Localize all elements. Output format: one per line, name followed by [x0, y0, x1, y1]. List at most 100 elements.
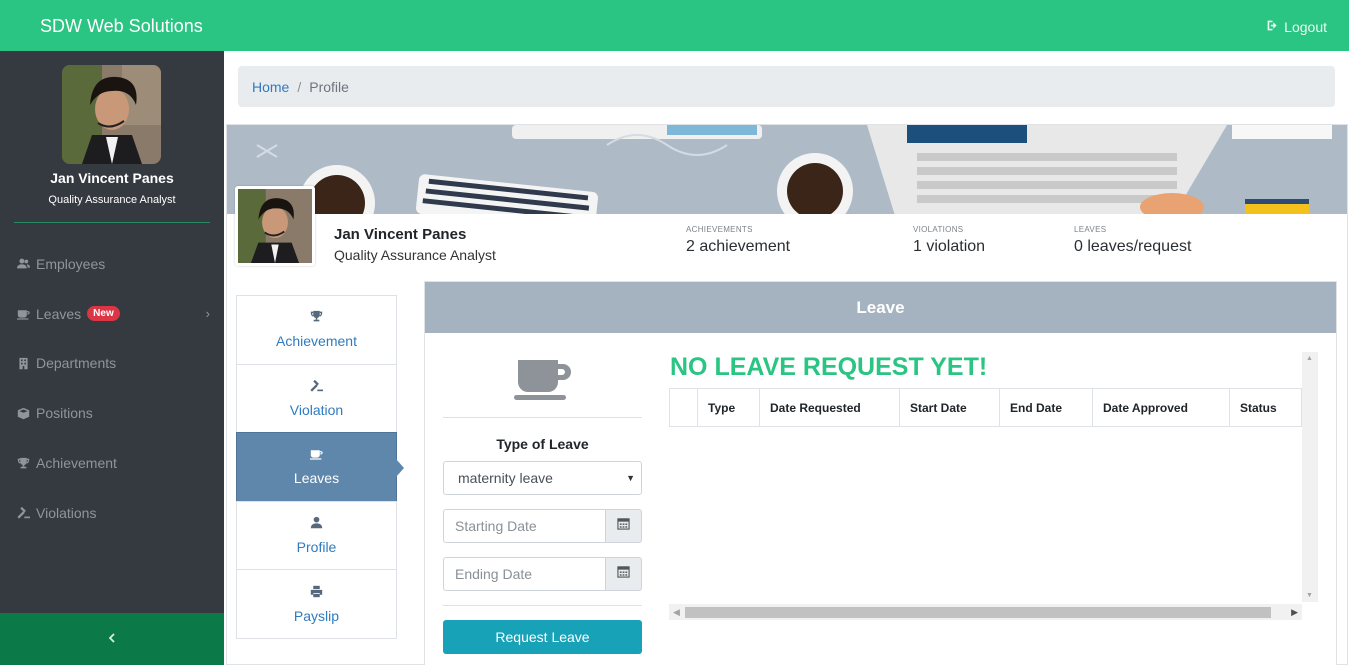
starting-date-input[interactable]: Starting Date — [443, 509, 606, 543]
sidebar-item-achievement[interactable]: Achievement — [0, 438, 224, 488]
column-header[interactable]: Type — [697, 388, 760, 427]
breadcrumb: Home / Profile — [238, 66, 1335, 107]
sidebar-item-label: Employees — [36, 255, 106, 272]
form-divider — [443, 605, 642, 606]
logout-label: Logout — [1284, 19, 1327, 35]
column-header[interactable]: Start Date — [899, 388, 1000, 427]
column-header[interactable]: End Date — [999, 388, 1093, 427]
print-icon — [310, 585, 323, 608]
coffee-icon — [16, 307, 30, 321]
users-icon — [16, 257, 30, 271]
tab-profile[interactable]: Profile — [236, 500, 397, 571]
stat-violations: VIOLATIONS 1 violation — [913, 225, 985, 256]
starting-date-group: Starting Date — [443, 509, 642, 543]
request-leave-button[interactable]: Request Leave — [443, 620, 642, 654]
scroll-left-icon[interactable]: ◀ — [673, 607, 680, 618]
ending-date-group: Ending Date — [443, 557, 642, 591]
scrollbar-thumb[interactable] — [685, 607, 1271, 618]
building-icon — [16, 356, 30, 370]
leave-type-select[interactable]: maternity leave ▼ — [443, 461, 642, 495]
gavel-icon — [310, 379, 323, 402]
stat-label: LEAVES — [1074, 225, 1107, 234]
vertical-scrollbar[interactable]: ▲ ▼ — [1302, 352, 1318, 602]
leave-panel-title: Leave — [425, 282, 1336, 333]
stat-value: 1 violation — [913, 238, 986, 255]
stat-value: 2 achievement — [686, 238, 791, 255]
tab-label: Leaves — [293, 470, 340, 487]
column-header[interactable]: Date Approved — [1092, 388, 1230, 427]
sidebar-item-leaves[interactable]: Leaves New › — [0, 289, 224, 339]
sidebar-collapse-button[interactable] — [0, 613, 224, 665]
calendar-button[interactable] — [606, 509, 642, 543]
column-header[interactable] — [669, 388, 698, 427]
leave-type-value: maternity leave — [458, 470, 553, 486]
horizontal-scrollbar[interactable]: ◀ ▶ — [669, 604, 1302, 620]
user-icon — [310, 516, 323, 539]
trophy-icon — [310, 310, 323, 333]
leave-panel: Leave Type of Leave maternity leave ▼ St… — [424, 281, 1337, 665]
tab-label: Payslip — [293, 607, 340, 624]
breadcrumb-current: Profile — [309, 78, 349, 95]
ending-date-input[interactable]: Ending Date — [443, 557, 606, 591]
cube-icon — [16, 406, 30, 420]
chevron-left-icon — [107, 630, 117, 648]
stat-value: 0 leaves/request — [1074, 238, 1192, 255]
profile-card: Jan Vincent Panes Quality Assurance Anal… — [226, 124, 1348, 665]
stat-label: ACHIEVEMENTS — [686, 225, 753, 234]
new-badge: New — [87, 306, 120, 322]
tab-achievement[interactable]: Achievement — [236, 295, 397, 365]
column-header[interactable]: Date Requested — [759, 388, 900, 427]
tab-label: Achievement — [276, 333, 357, 350]
coffee-icon — [310, 447, 323, 470]
tab-label: Profile — [296, 539, 337, 556]
logout-link[interactable]: Logout — [1266, 19, 1327, 35]
stat-label: VIOLATIONS — [913, 225, 964, 234]
tab-leaves[interactable]: Leaves — [236, 432, 404, 502]
sidebar-item-positions[interactable]: Positions — [0, 388, 224, 438]
tab-label: Violation — [289, 401, 344, 418]
scroll-right-icon[interactable]: ▶ — [1291, 607, 1298, 618]
tab-payslip[interactable]: Payslip — [236, 569, 397, 639]
sign-out-icon — [1266, 19, 1279, 35]
sidebar-item-label: Achievement — [36, 455, 117, 472]
scroll-up-icon[interactable]: ▲ — [1306, 355, 1313, 362]
scroll-down-icon[interactable]: ▼ — [1306, 592, 1313, 599]
calendar-button[interactable] — [606, 557, 642, 591]
top-navbar: SDW Web Solutions Logout — [0, 0, 1349, 51]
tab-violation[interactable]: Violation — [236, 363, 397, 434]
trophy-icon — [16, 456, 30, 470]
calendar-icon — [617, 517, 630, 535]
profile-tabs: Achievement Violation Leaves Profile Pay… — [236, 295, 404, 639]
sidebar-user-role: Quality Assurance Analyst — [48, 194, 176, 206]
column-header[interactable]: Status — [1229, 388, 1302, 427]
sidebar: Jan Vincent Panes Quality Assurance Anal… — [0, 51, 224, 665]
sidebar-item-violations[interactable]: Violations — [0, 488, 224, 538]
sidebar-divider — [14, 222, 210, 223]
caret-down-icon: ▼ — [626, 473, 635, 483]
profile-role: Quality Assurance Analyst — [334, 247, 496, 263]
sidebar-item-label: Violations — [36, 504, 97, 521]
sidebar-item-label: Departments — [36, 355, 117, 372]
sidebar-item-employees[interactable]: Employees — [0, 239, 224, 289]
sidebar-item-departments[interactable]: Departments — [0, 339, 224, 389]
gavel-icon — [16, 506, 30, 520]
form-divider — [443, 417, 642, 418]
sidebar-nav: Employees Leaves New › Departments Posit… — [0, 239, 224, 538]
empty-state-message: NO LEAVE REQUEST YET! — [670, 353, 988, 381]
calendar-icon — [617, 565, 630, 583]
sidebar-item-label: Positions — [36, 405, 93, 422]
coffee-cup-icon — [514, 356, 572, 402]
stat-leaves: LEAVES 0 leaves/request — [1074, 225, 1191, 256]
sidebar-user-name: Jan Vincent Panes — [50, 170, 174, 186]
profile-name: Jan Vincent Panes — [334, 226, 467, 243]
breadcrumb-home-link[interactable]: Home — [252, 79, 289, 95]
brand-title[interactable]: SDW Web Solutions — [40, 16, 203, 37]
stat-achievements: ACHIEVEMENTS 2 achievement — [686, 225, 790, 256]
type-of-leave-label: Type of Leave — [496, 436, 589, 452]
sidebar-item-label: Leaves — [36, 305, 82, 322]
cover-image — [227, 125, 1347, 214]
leave-requests-table: Type Date Requested Start Date End Date … — [669, 388, 1302, 427]
chevron-right-icon: › — [205, 305, 210, 321]
table-header-row: Type Date Requested Start Date End Date … — [669, 388, 1302, 427]
breadcrumb-separator: / — [297, 78, 302, 95]
